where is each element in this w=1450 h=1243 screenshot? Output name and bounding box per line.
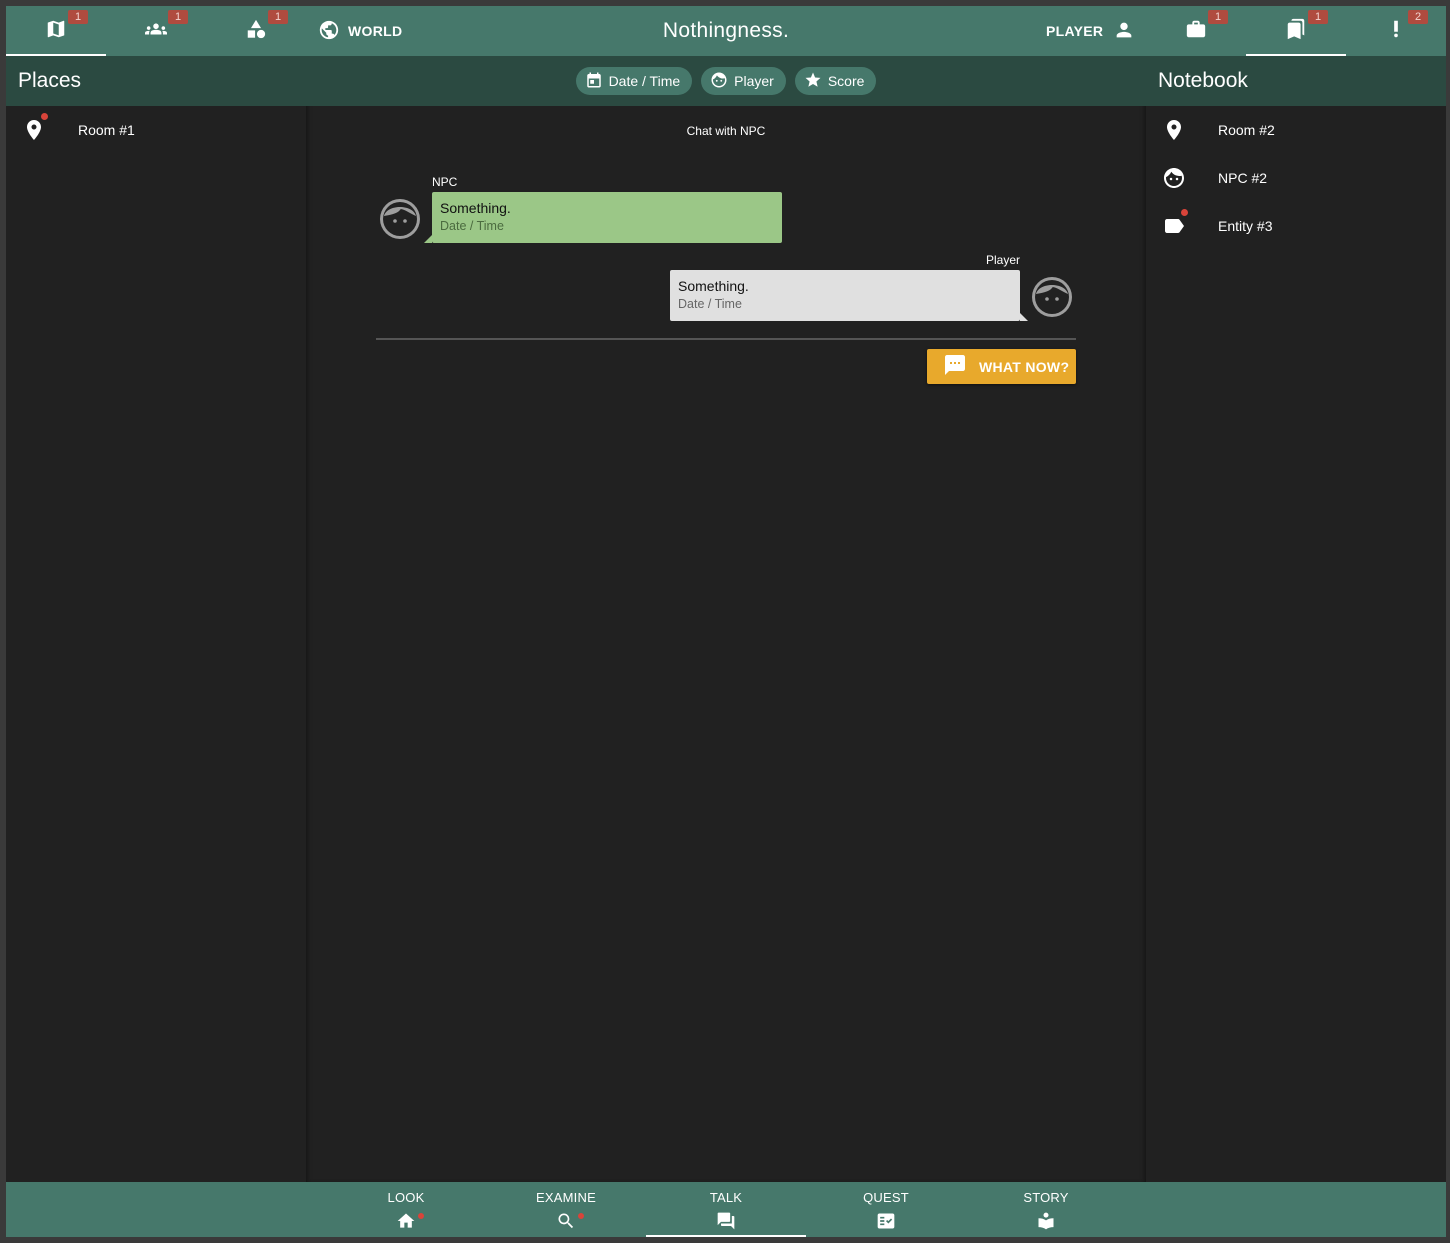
app-title: Nothingness. [662, 19, 790, 42]
chat-divider [376, 338, 1076, 340]
globe-icon [318, 19, 340, 44]
what-now-label: WHAT NOW? [979, 358, 1070, 375]
entities-badge: 1 [268, 10, 288, 24]
home-icon [396, 1211, 416, 1231]
nav-story[interactable]: STORY [966, 1182, 1126, 1237]
nav-examine-label: EXAMINE [536, 1190, 596, 1205]
tab-entities[interactable]: 1 [206, 6, 306, 56]
face-icon [710, 71, 728, 92]
player-sender-name: Player [985, 253, 1020, 267]
player-message-bubble: Something. Date / Time [670, 270, 1028, 321]
nav-talk-label: TALK [709, 1190, 743, 1205]
unread-dot [41, 113, 48, 120]
app-frame: 1 1 1 WORLD Nothingness. PLAYER 1 1 2 Pl… [6, 6, 1446, 1237]
status-chip-bar: Date / Time Player Score [306, 56, 1146, 106]
message-text: Something. [678, 278, 749, 294]
bookmarks-icon [1285, 18, 1307, 45]
tab-places[interactable]: 1 [6, 6, 106, 56]
date-time-chip-label: Date / Time [608, 73, 681, 89]
alerts-badge: 2 [1408, 10, 1428, 24]
bottom-navigation: LOOK EXAMINE TALK QUEST STORY [6, 1182, 1446, 1237]
notebook-item-label: NPC #2 [1218, 170, 1268, 186]
map-icon [45, 18, 67, 45]
places-panel: Places Room #1 [6, 56, 306, 1182]
notebook-panel: Notebook Room #2 NPC #2 Entity #3 [1146, 56, 1446, 1182]
notebook-item-room-2[interactable]: Room #2 [1146, 106, 1446, 154]
player-avatar-icon [1031, 276, 1073, 318]
unread-dot [1181, 209, 1188, 216]
face-icon [1162, 166, 1186, 190]
message-time: Date / Time [440, 219, 504, 233]
notebook-title: Notebook [1146, 56, 1446, 106]
notebook-item-npc-2[interactable]: NPC #2 [1146, 154, 1446, 202]
notebook-item-entity-3[interactable]: Entity #3 [1146, 202, 1446, 250]
unread-dot [418, 1213, 424, 1219]
people-icon [145, 18, 167, 45]
star-icon [804, 71, 822, 92]
tab-inventory[interactable]: 1 [1146, 6, 1246, 56]
place-pin-icon [22, 118, 46, 142]
score-chip-label: Score [827, 73, 865, 89]
nav-look[interactable]: LOOK [326, 1182, 486, 1237]
list-item-room-1[interactable]: Room #1 [6, 106, 306, 154]
nav-examine[interactable]: EXAMINE [486, 1182, 646, 1237]
unread-dot [578, 1213, 584, 1219]
people-badge: 1 [168, 10, 188, 24]
inventory-badge: 1 [1208, 10, 1228, 24]
label-tag-icon [1162, 214, 1186, 238]
chat-bubble-dots-icon [943, 353, 967, 380]
shapes-icon [245, 18, 267, 45]
player-chip[interactable]: Player [701, 67, 786, 95]
book-reader-icon [1036, 1211, 1056, 1231]
notebook-item-label: Room #2 [1218, 122, 1275, 138]
chat-title: Chat with NPC [686, 124, 766, 138]
fact-check-icon [876, 1211, 896, 1231]
places-badge: 1 [68, 10, 88, 24]
calendar-icon [585, 71, 603, 92]
npc-sender-name: NPC [432, 175, 458, 189]
npc-message-bubble: Something. Date / Time [424, 192, 782, 243]
world-button[interactable]: WORLD [318, 16, 402, 46]
nav-quest[interactable]: QUEST [806, 1182, 966, 1237]
nav-quest-label: QUEST [863, 1190, 909, 1205]
tab-alerts[interactable]: 2 [1346, 6, 1446, 56]
places-title: Places [6, 56, 306, 106]
tab-people[interactable]: 1 [106, 6, 206, 56]
exclamation-icon [1385, 18, 1407, 45]
person-icon [1113, 19, 1135, 44]
forum-icon [716, 1211, 736, 1231]
notebook-badge: 1 [1308, 10, 1328, 24]
tab-notebook[interactable]: 1 [1246, 6, 1346, 56]
world-label: WORLD [348, 23, 403, 39]
notebook-item-label: Entity #3 [1218, 218, 1273, 234]
date-time-chip[interactable]: Date / Time [575, 67, 693, 95]
nav-look-label: LOOK [387, 1190, 425, 1205]
search-icon [556, 1211, 576, 1231]
nav-story-label: STORY [1023, 1190, 1069, 1205]
message-time: Date / Time [678, 297, 742, 311]
nav-talk[interactable]: TALK [646, 1182, 806, 1237]
list-item-label: Room #1 [78, 122, 135, 138]
top-app-bar: 1 1 1 WORLD Nothingness. PLAYER 1 1 2 [6, 6, 1446, 56]
score-chip[interactable]: Score [794, 67, 877, 95]
what-now-button[interactable]: WHAT NOW? [927, 349, 1076, 384]
player-label: PLAYER [1046, 23, 1104, 39]
player-chip-label: Player [734, 73, 774, 89]
place-pin-icon [1162, 118, 1186, 142]
message-text: Something. [440, 200, 511, 216]
player-button[interactable]: PLAYER [1046, 16, 1135, 46]
briefcase-icon [1185, 18, 1207, 45]
chat-area: Date / Time Player Score Chat with NPC N… [306, 56, 1146, 1182]
npc-avatar-icon [379, 198, 421, 240]
